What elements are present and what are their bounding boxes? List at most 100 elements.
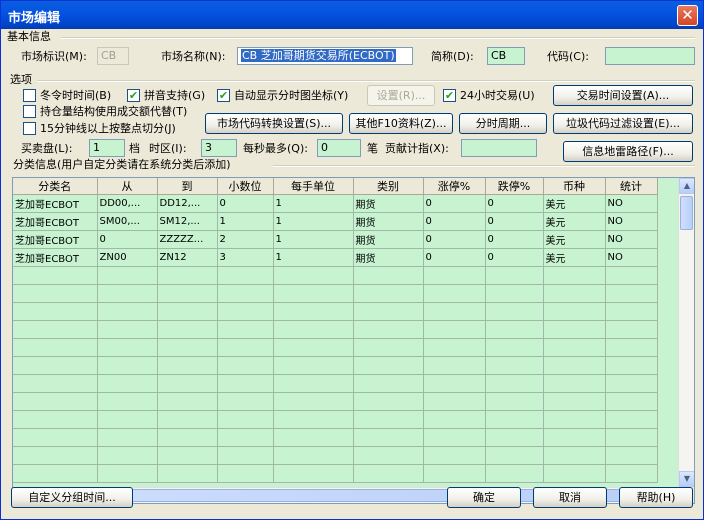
ok-button[interactable]: 确定 bbox=[447, 487, 521, 508]
empty-cell[interactable] bbox=[423, 410, 486, 429]
empty-cell[interactable] bbox=[485, 266, 544, 285]
table-cell[interactable]: 美元 bbox=[543, 212, 606, 231]
empty-cell[interactable] bbox=[13, 428, 98, 447]
empty-cell[interactable] bbox=[157, 464, 218, 483]
empty-cell[interactable] bbox=[543, 320, 606, 339]
empty-cell[interactable] bbox=[13, 284, 98, 303]
empty-cell[interactable] bbox=[423, 356, 486, 375]
empty-cell[interactable] bbox=[13, 320, 98, 339]
empty-cell[interactable] bbox=[423, 374, 486, 393]
column-header-name[interactable]: 分类名 bbox=[13, 178, 98, 195]
empty-row[interactable] bbox=[13, 374, 658, 393]
close-icon[interactable]: ✕ bbox=[677, 5, 698, 26]
empty-cell[interactable] bbox=[485, 392, 544, 411]
table-cell[interactable]: 1 bbox=[273, 248, 354, 267]
table-cell[interactable]: NO bbox=[605, 248, 658, 267]
empty-cell[interactable] bbox=[423, 266, 486, 285]
empty-cell[interactable] bbox=[485, 446, 544, 465]
empty-cell[interactable] bbox=[543, 374, 606, 393]
empty-cell[interactable] bbox=[543, 464, 606, 483]
empty-cell[interactable] bbox=[485, 302, 544, 321]
category-table[interactable]: 分类名 从 到 小数位 每手单位 类别 涨停% 跌停% 币种 统计 芝加哥ECB… bbox=[12, 177, 695, 504]
table-cell[interactable]: 芝加哥ECBOT bbox=[13, 230, 98, 249]
table-cell[interactable]: DD00,... bbox=[97, 194, 158, 213]
empty-cell[interactable] bbox=[605, 428, 658, 447]
empty-cell[interactable] bbox=[97, 410, 158, 429]
empty-cell[interactable] bbox=[157, 428, 218, 447]
empty-cell[interactable] bbox=[13, 410, 98, 429]
empty-cell[interactable] bbox=[217, 320, 274, 339]
table-cell[interactable]: ZN12 bbox=[157, 248, 218, 267]
empty-row[interactable] bbox=[13, 356, 658, 375]
empty-cell[interactable] bbox=[605, 356, 658, 375]
table-cell[interactable]: 0 bbox=[485, 248, 544, 267]
table-row[interactable]: 芝加哥ECBOT 0 ZZZZZ... 2 1 期货 0 0 美元 NO bbox=[13, 230, 658, 249]
per-second-field[interactable]: 0 bbox=[317, 139, 361, 157]
empty-row[interactable] bbox=[13, 464, 658, 483]
empty-cell[interactable] bbox=[13, 392, 98, 411]
empty-cell[interactable] bbox=[217, 338, 274, 357]
empty-cell[interactable] bbox=[353, 374, 424, 393]
empty-row[interactable] bbox=[13, 302, 658, 321]
empty-cell[interactable] bbox=[543, 356, 606, 375]
table-cell[interactable]: 0 bbox=[485, 212, 544, 231]
table-cell[interactable]: 期货 bbox=[353, 194, 424, 213]
checkbox-box[interactable] bbox=[23, 122, 36, 135]
empty-cell[interactable] bbox=[217, 446, 274, 465]
table-cell[interactable]: 0 bbox=[423, 194, 486, 213]
garbage-filter-button[interactable]: 垃圾代码过滤设置(E)... bbox=[553, 113, 693, 134]
24h-trading-checkbox[interactable]: ✔ 24小时交易(U) bbox=[443, 89, 535, 103]
column-header-stats[interactable]: 统计 bbox=[605, 178, 658, 195]
checkbox-box[interactable] bbox=[23, 89, 36, 102]
empty-cell[interactable] bbox=[157, 338, 218, 357]
vertical-scrollbar[interactable]: ▲ ▼ bbox=[678, 178, 694, 487]
checkmark-icon[interactable]: ✔ bbox=[443, 89, 456, 102]
empty-cell[interactable] bbox=[423, 302, 486, 321]
table-cell[interactable]: 3 bbox=[217, 248, 274, 267]
empty-cell[interactable] bbox=[353, 410, 424, 429]
table-cell[interactable]: 0 bbox=[217, 194, 274, 213]
table-cell[interactable]: 期货 bbox=[353, 248, 424, 267]
empty-cell[interactable] bbox=[97, 338, 158, 357]
empty-cell[interactable] bbox=[423, 320, 486, 339]
empty-cell[interactable] bbox=[543, 338, 606, 357]
empty-cell[interactable] bbox=[217, 284, 274, 303]
empty-cell[interactable] bbox=[543, 392, 606, 411]
empty-row[interactable] bbox=[13, 392, 658, 411]
column-header-lot-unit[interactable]: 每手单位 bbox=[273, 178, 354, 195]
empty-cell[interactable] bbox=[605, 374, 658, 393]
market-name-field[interactable]: CB 芝加哥期货交易所(ECBOT) bbox=[237, 47, 413, 65]
code-convert-button[interactable]: 市场代码转换设置(S)... bbox=[205, 113, 343, 134]
empty-cell[interactable] bbox=[543, 446, 606, 465]
empty-cell[interactable] bbox=[485, 356, 544, 375]
empty-cell[interactable] bbox=[605, 266, 658, 285]
empty-cell[interactable] bbox=[423, 338, 486, 357]
table-cell[interactable]: 0 bbox=[423, 230, 486, 249]
column-header-to[interactable]: 到 bbox=[157, 178, 218, 195]
empty-cell[interactable] bbox=[97, 302, 158, 321]
empty-cell[interactable] bbox=[353, 266, 424, 285]
column-header-limit-up[interactable]: 涨停% bbox=[423, 178, 486, 195]
table-row[interactable]: 芝加哥ECBOT SM00,... SM12,... 1 1 期货 0 0 美元 NO bbox=[13, 212, 658, 231]
empty-cell[interactable] bbox=[423, 284, 486, 303]
table-cell[interactable]: 芝加哥ECBOT bbox=[13, 248, 98, 267]
empty-row[interactable] bbox=[13, 410, 658, 429]
empty-cell[interactable] bbox=[13, 302, 98, 321]
empty-cell[interactable] bbox=[273, 302, 354, 321]
empty-cell[interactable] bbox=[157, 320, 218, 339]
table-row[interactable]: 芝加哥ECBOT ZN00 ZN12 3 1 期货 0 0 美元 NO bbox=[13, 248, 658, 267]
mine-path-button[interactable]: 信息地雷路径(F)... bbox=[563, 141, 693, 162]
empty-cell[interactable] bbox=[157, 392, 218, 411]
empty-cell[interactable] bbox=[485, 428, 544, 447]
empty-cell[interactable] bbox=[273, 284, 354, 303]
empty-row[interactable] bbox=[13, 338, 658, 357]
table-cell[interactable]: NO bbox=[605, 212, 658, 231]
empty-cell[interactable] bbox=[97, 374, 158, 393]
buy-sell-field[interactable]: 1 bbox=[89, 139, 125, 157]
empty-cell[interactable] bbox=[157, 302, 218, 321]
empty-cell[interactable] bbox=[217, 428, 274, 447]
empty-cell[interactable] bbox=[97, 320, 158, 339]
empty-cell[interactable] bbox=[353, 356, 424, 375]
table-cell[interactable]: NO bbox=[605, 230, 658, 249]
empty-cell[interactable] bbox=[97, 266, 158, 285]
